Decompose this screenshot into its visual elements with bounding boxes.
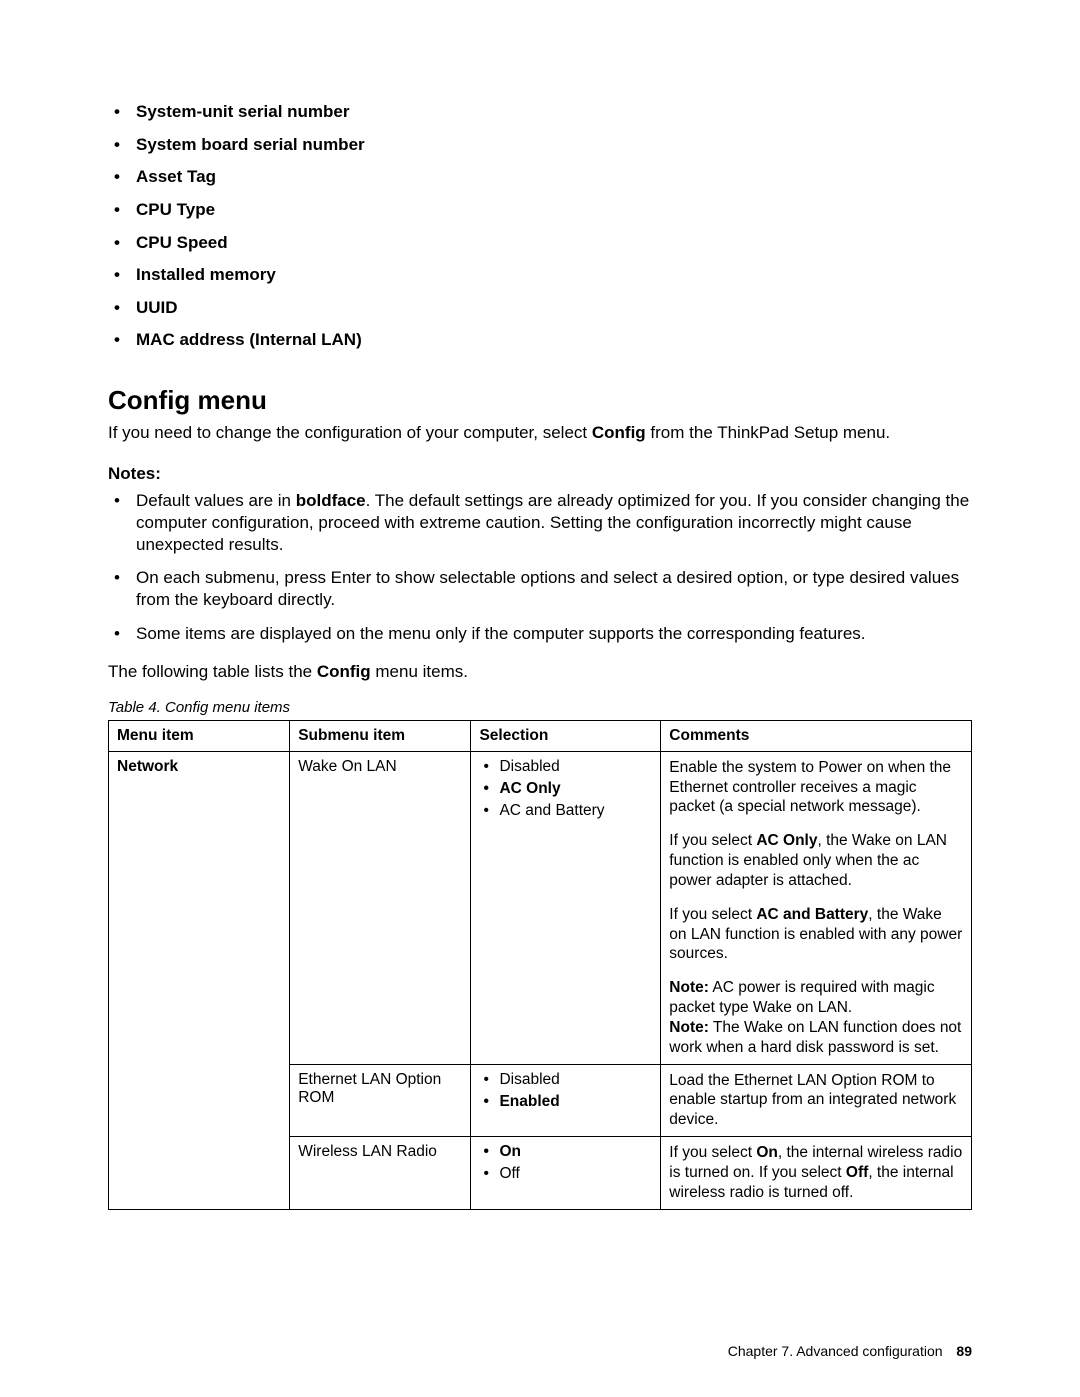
bold-text: Config xyxy=(317,662,371,681)
bold-text: AC and Battery xyxy=(756,906,868,923)
bold-text: On xyxy=(756,1144,778,1161)
comment-paragraph: If you select AC and Battery, the Wake o… xyxy=(669,905,963,964)
list-item: CPU Speed xyxy=(132,231,972,256)
comment-paragraph: Note: AC power is required with magic pa… xyxy=(669,978,963,1018)
list-item: System-unit serial number xyxy=(132,100,972,125)
text: AC power is required with magic packet t… xyxy=(669,979,934,1016)
text: The Wake on LAN function does not work w… xyxy=(669,1019,961,1056)
table-row: Network Wake On LAN Disabled AC Only AC … xyxy=(109,751,972,1064)
table-caption: Table 4. Config menu items xyxy=(108,699,972,716)
text: If you select xyxy=(669,906,756,923)
cell-comments: Load the Ethernet LAN Option ROM to enab… xyxy=(661,1064,972,1136)
note-item: On each submenu, press Enter to show sel… xyxy=(132,567,972,611)
selection-option: Disabled xyxy=(497,758,652,776)
page-footer: Chapter 7. Advanced configuration 89 xyxy=(728,1343,972,1359)
col-menu-item: Menu item xyxy=(109,720,290,751)
cell-comments: Enable the system to Power on when the E… xyxy=(661,751,972,1064)
text: from the ThinkPad Setup menu. xyxy=(646,423,890,442)
document-page: System-unit serial number System board s… xyxy=(0,0,1080,1397)
text: If you need to change the configuration … xyxy=(108,423,592,442)
list-item: System board serial number xyxy=(132,133,972,158)
table-lead-paragraph: The following table lists the Config men… xyxy=(108,661,972,683)
cell-selection: On Off xyxy=(471,1137,661,1209)
list-item: UUID xyxy=(132,296,972,321)
list-item: MAC address (Internal LAN) xyxy=(132,328,972,353)
bold-text: boldface xyxy=(296,491,366,510)
col-selection: Selection xyxy=(471,720,661,751)
bold-text: AC Only xyxy=(756,832,817,849)
comment-paragraph: Enable the system to Power on when the E… xyxy=(669,758,963,817)
notes-label: Notes: xyxy=(108,464,972,484)
cell-submenu-item: Ethernet LAN Option ROM xyxy=(290,1064,471,1136)
table-header-row: Menu item Submenu item Selection Comment… xyxy=(109,720,972,751)
selection-option-default: AC Only xyxy=(497,780,652,798)
comment-paragraph: Load the Ethernet LAN Option ROM to enab… xyxy=(669,1071,963,1130)
text: If you select xyxy=(669,1144,756,1161)
selection-option-default: Enabled xyxy=(497,1093,652,1111)
selection-option: AC and Battery xyxy=(497,802,652,820)
bold-text: Config xyxy=(592,423,646,442)
config-table: Menu item Submenu item Selection Comment… xyxy=(108,720,972,1210)
section-heading: Config menu xyxy=(108,385,972,416)
bold-text: Note: xyxy=(669,1019,709,1036)
col-submenu-item: Submenu item xyxy=(290,720,471,751)
note-item: Some items are displayed on the menu onl… xyxy=(132,623,972,645)
footer-chapter: Chapter 7. Advanced configuration xyxy=(728,1343,943,1359)
cell-selection: Disabled Enabled xyxy=(471,1064,661,1136)
notes-list: Default values are in boldface. The defa… xyxy=(108,490,972,645)
text: menu items. xyxy=(371,662,468,681)
cell-selection: Disabled AC Only AC and Battery xyxy=(471,751,661,1064)
text: Default values are in xyxy=(136,491,296,510)
comment-paragraph: If you select On, the internal wireless … xyxy=(669,1143,963,1202)
col-comments: Comments xyxy=(661,720,972,751)
bold-text: Note: xyxy=(669,979,709,996)
intro-paragraph: If you need to change the configuration … xyxy=(108,422,972,444)
cell-submenu-item: Wake On LAN xyxy=(290,751,471,1064)
cell-submenu-item: Wireless LAN Radio xyxy=(290,1137,471,1209)
list-item: Asset Tag xyxy=(132,165,972,190)
footer-page-number: 89 xyxy=(956,1343,972,1359)
cell-menu-item: Network xyxy=(109,751,290,1209)
comment-paragraph: Note: The Wake on LAN function does not … xyxy=(669,1018,963,1058)
text: If you select xyxy=(669,832,756,849)
system-info-list: System-unit serial number System board s… xyxy=(108,100,972,353)
note-item: Default values are in boldface. The defa… xyxy=(132,490,972,555)
selection-option: Disabled xyxy=(497,1071,652,1089)
text: The following table lists the xyxy=(108,662,317,681)
list-item: CPU Type xyxy=(132,198,972,223)
cell-comments: If you select On, the internal wireless … xyxy=(661,1137,972,1209)
selection-option-default: On xyxy=(497,1143,652,1161)
selection-option: Off xyxy=(497,1165,652,1183)
bold-text: Off xyxy=(846,1164,868,1181)
list-item: Installed memory xyxy=(132,263,972,288)
comment-paragraph: If you select AC Only, the Wake on LAN f… xyxy=(669,831,963,890)
